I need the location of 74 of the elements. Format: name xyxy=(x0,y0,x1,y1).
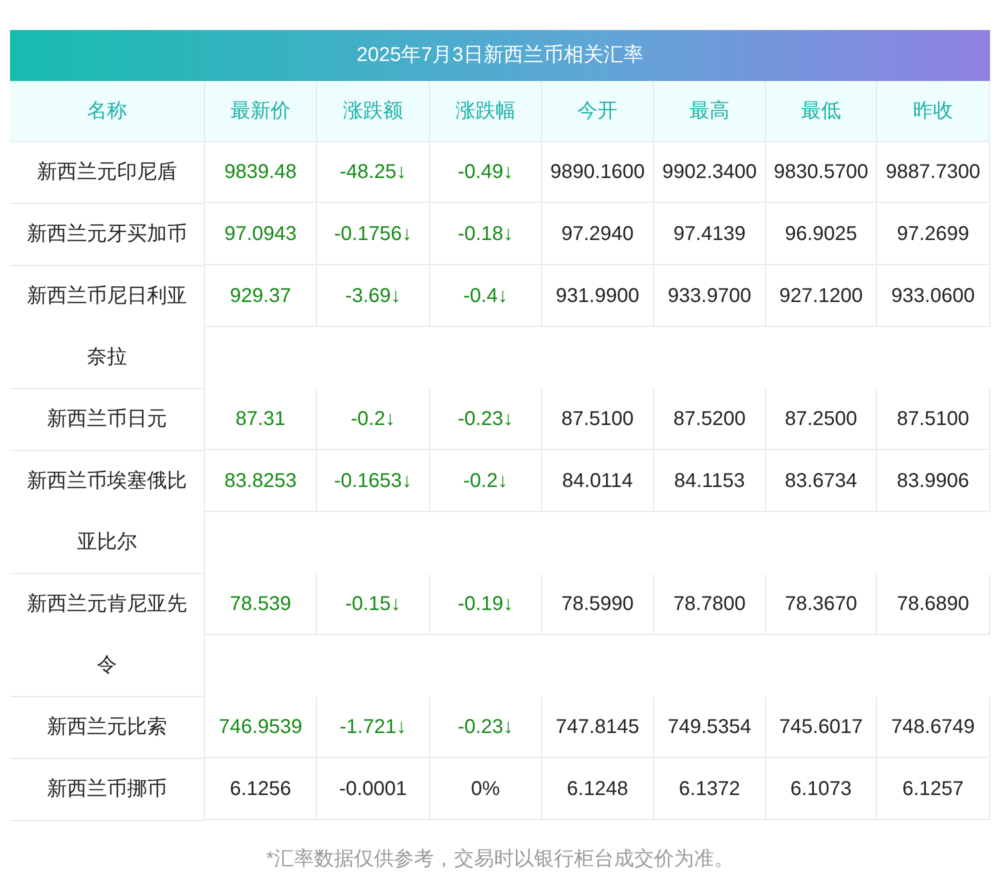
table-cell: 96.9025 xyxy=(766,204,877,265)
table-cell: -48.25↓ xyxy=(317,142,430,203)
column-header: 涨跌幅 xyxy=(430,81,542,142)
table-cell: 78.6890 xyxy=(877,574,990,635)
table-cell: 929.37 xyxy=(205,266,317,327)
table-cell: 9890.1600 xyxy=(542,142,654,203)
table-cell: 87.2500 xyxy=(766,389,877,450)
table-cell: 87.31 xyxy=(205,389,317,450)
table-cell: -0.1756↓ xyxy=(317,204,430,265)
table-cell: 6.1372 xyxy=(654,759,766,820)
column-header: 今开 xyxy=(542,81,654,142)
column-header: 最新价 xyxy=(205,81,317,142)
table-cell: 84.0114 xyxy=(542,451,654,512)
table-title: 2025年7月3日新西兰币相关汇率 xyxy=(10,30,990,81)
table-cell: 78.5990 xyxy=(542,574,654,635)
table-cell: 6.1248 xyxy=(542,759,654,820)
table-cell: 745.6017 xyxy=(766,697,877,758)
table-cell: 747.8145 xyxy=(542,697,654,758)
table-cell: 97.0943 xyxy=(205,204,317,265)
table-cell: 97.2940 xyxy=(542,204,654,265)
table-cell: 78.7800 xyxy=(654,574,766,635)
table-cell: 931.9900 xyxy=(542,266,654,327)
column-header: 最高 xyxy=(654,81,766,142)
table-cell: 87.5100 xyxy=(877,389,990,450)
currency-name: 新西兰元肯尼亚先令 xyxy=(10,574,205,697)
currency-name: 新西兰币埃塞俄比亚比尔 xyxy=(10,451,205,574)
table-cell: 746.9539 xyxy=(205,697,317,758)
table-cell: 933.0600 xyxy=(877,266,990,327)
column-header: 涨跌额 xyxy=(317,81,430,142)
currency-name: 新西兰元印尼盾 xyxy=(10,142,205,204)
table-cell: 0% xyxy=(430,759,542,820)
column-header: 昨收 xyxy=(877,81,990,142)
table-cell: 927.1200 xyxy=(766,266,877,327)
table-cell: 83.9906 xyxy=(877,451,990,512)
footnote: *汇率数据仅供参考，交易时以银行柜台成交价为准。 xyxy=(265,847,735,872)
table-cell: 6.1256 xyxy=(205,759,317,820)
table-cell: 97.2699 xyxy=(877,204,990,265)
currency-name: 新西兰币日元 xyxy=(10,389,205,451)
currency-name: 新西兰元牙买加币 xyxy=(10,204,205,266)
table-cell: 6.1257 xyxy=(877,759,990,820)
table-cell: 9887.7300 xyxy=(877,142,990,203)
table-cell: -0.2↓ xyxy=(317,389,430,450)
column-header: 最低 xyxy=(766,81,877,142)
table-cell: -0.15↓ xyxy=(317,574,430,635)
table-cell: -0.0001 xyxy=(317,759,430,820)
table-cell: -0.23↓ xyxy=(430,697,542,758)
table-cell: 84.1153 xyxy=(654,451,766,512)
table-cell: 9902.3400 xyxy=(654,142,766,203)
table-cell: 97.4139 xyxy=(654,204,766,265)
table-cell: 749.5354 xyxy=(654,697,766,758)
column-header: 名称 xyxy=(10,81,205,142)
table-cell: 87.5100 xyxy=(542,389,654,450)
table-cell: -0.1653↓ xyxy=(317,451,430,512)
table-cell: 83.8253 xyxy=(205,451,317,512)
table-cell: 6.1073 xyxy=(766,759,877,820)
table-cell: -0.2↓ xyxy=(430,451,542,512)
currency-name: 新西兰元比索 xyxy=(10,697,205,759)
table-cell: 87.5200 xyxy=(654,389,766,450)
table-cell: -0.19↓ xyxy=(430,574,542,635)
table-cell: -3.69↓ xyxy=(317,266,430,327)
table-cell: 748.6749 xyxy=(877,697,990,758)
currency-name: 新西兰币挪币 xyxy=(10,759,205,821)
table-cell: -0.4↓ xyxy=(430,266,542,327)
table-cell: 78.539 xyxy=(205,574,317,635)
table-cell: 9839.48 xyxy=(205,142,317,203)
table-cell: -0.23↓ xyxy=(430,389,542,450)
table-cell: 933.9700 xyxy=(654,266,766,327)
table-cell: -1.721↓ xyxy=(317,697,430,758)
table-cell: 9830.5700 xyxy=(766,142,877,203)
currency-name: 新西兰币尼日利亚奈拉 xyxy=(10,266,205,389)
table-cell: 83.6734 xyxy=(766,451,877,512)
table-cell: -0.18↓ xyxy=(430,204,542,265)
table-cell: 78.3670 xyxy=(766,574,877,635)
table-cell: -0.49↓ xyxy=(430,142,542,203)
